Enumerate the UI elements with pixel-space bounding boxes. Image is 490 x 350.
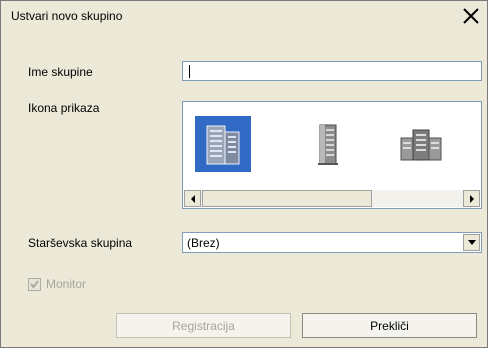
icon-option-building-tower[interactable]: [300, 116, 356, 172]
icon-list-scrollbar[interactable]: [184, 190, 480, 207]
building-tall-selected-icon: [206, 125, 240, 165]
register-button[interactable]: Registracija: [116, 313, 291, 338]
scroll-right-button[interactable]: [463, 190, 480, 207]
scroll-right-icon: [469, 194, 474, 203]
scroll-thumb[interactable]: [202, 190, 372, 207]
parent-group-select[interactable]: (Brez): [182, 232, 482, 253]
scroll-left-icon: [190, 194, 195, 203]
dialog-body: Ime skupine Ikona prikaza Starševska sku…: [10, 41, 482, 343]
dialog-title: Ustvari novo skupino: [11, 9, 123, 23]
cancel-button[interactable]: Prekliči: [302, 313, 477, 338]
icon-option-building-tall[interactable]: [195, 116, 251, 172]
group-name-input[interactable]: [182, 61, 482, 81]
title-bar: Ustvari novo skupino: [1, 1, 487, 31]
create-group-dialog: Ustvari novo skupino Ime skupine Ikona p…: [0, 0, 488, 348]
monitor-label: Monitor: [46, 277, 87, 291]
building-tower-icon: [318, 124, 338, 165]
parent-group-dropdown-button[interactable]: [463, 234, 480, 251]
close-icon: [463, 8, 479, 24]
scroll-left-button[interactable]: [184, 190, 201, 207]
checkmark-icon: [30, 280, 39, 289]
parent-group-label: Starševska skupina: [28, 236, 133, 250]
text-caret: [189, 65, 190, 78]
chevron-down-icon: [467, 240, 476, 245]
icon-list[interactable]: [182, 101, 482, 209]
display-icon-label: Ikona prikaza: [28, 101, 100, 115]
group-name-label: Ime skupine: [28, 65, 93, 79]
parent-group-value: (Brez): [187, 236, 220, 250]
building-complex-icon: [400, 129, 442, 161]
icon-option-building-complex[interactable]: [393, 116, 449, 172]
monitor-checkbox[interactable]: [28, 278, 41, 291]
close-button[interactable]: [459, 4, 483, 28]
